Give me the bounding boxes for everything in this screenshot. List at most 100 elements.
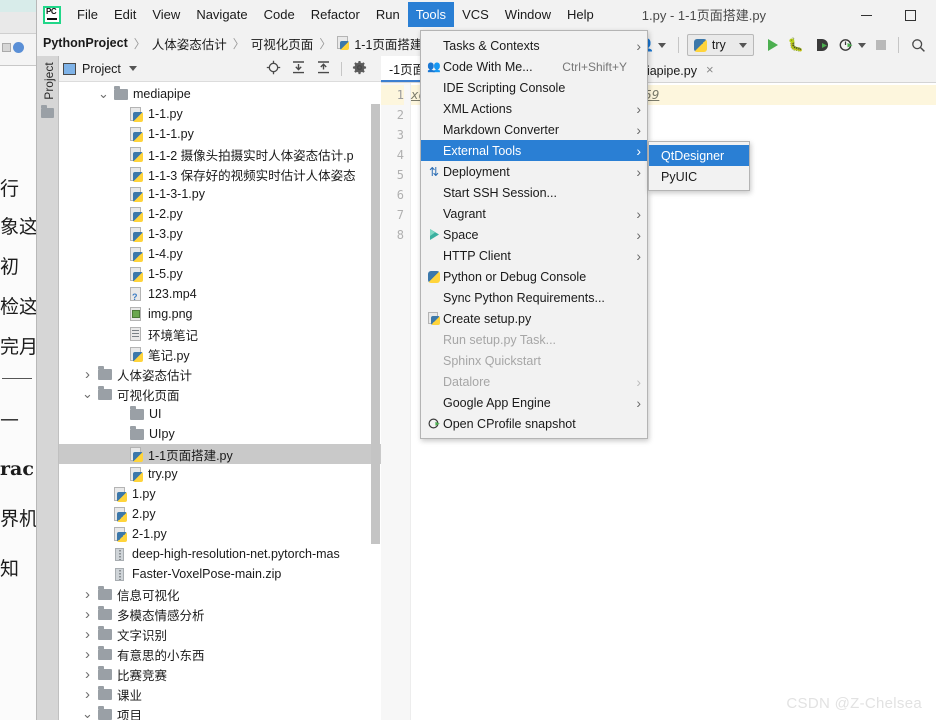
tree-toggle-down-icon[interactable] [81,708,94,720]
tools-menu-item[interactable]: Python or Debug Console [421,266,647,287]
tree-row[interactable]: mediapipe [59,84,381,104]
tree-row[interactable]: ? 123.mp4 [59,284,381,304]
expand-all-button[interactable] [291,60,306,78]
tools-menu-item[interactable]: IDE Scripting Console [421,77,647,98]
tree-toggle-down-icon[interactable] [97,88,110,101]
background-browser-window[interactable]: 行 象这 初 检这 完月 — rac 界机 知 [0,0,36,720]
tools-menu-item[interactable]: HTTP Client › [421,245,647,266]
tree-row[interactable]: Faster-VoxelPose-main.zip [59,564,381,584]
editor-gutter[interactable]: 1 2 3 4 5 6 7 8 [381,83,411,720]
tree-row[interactable]: 笔记.py [59,344,381,364]
menu-view[interactable]: View [144,2,188,27]
tools-menu-item[interactable]: Create setup.py [421,308,647,329]
tree-toggle-right-icon[interactable] [81,648,94,661]
breadcrumb-file[interactable]: 1-1页面搭建 [337,34,422,53]
structure-icon[interactable] [41,105,54,118]
tree-toggle-right-icon[interactable] [81,628,94,641]
menu-tools[interactable]: Tools [407,2,455,27]
tree-toggle-down-icon[interactable] [81,388,94,401]
menu-window[interactable]: Window [497,2,559,27]
search-everywhere-button[interactable] [907,34,930,56]
tools-menu-item[interactable]: External Tools › [421,140,647,161]
tree-row[interactable]: UI [59,404,381,424]
tree-row[interactable]: 1-1-1.py [59,124,381,144]
tools-dropdown-menu[interactable]: Tasks & Contexts › 👥 Code With Me... Ctrl+Sh… [420,30,648,439]
tree-row[interactable]: 人体姿态估计 [59,364,381,384]
external-tools-submenu-item[interactable]: QtDesigner [649,145,749,166]
tree-row[interactable]: 1-1页面搭建.py [59,444,381,464]
project-file-tree[interactable]: mediapipe 1-1.py 1-1-1.py 1-1-2 摄像头拍摄实时人体姿态… [59,82,381,720]
menu-file[interactable]: File [69,2,106,27]
tools-menu-item[interactable]: Vagrant › [421,203,647,224]
tree-row[interactable]: 有意思的小东西 [59,644,381,664]
tools-menu-item[interactable]: Markdown Converter › [421,119,647,140]
tree-row[interactable]: UIpy [59,424,381,444]
tools-menu-item[interactable]: Google App Engine › [421,392,647,413]
tools-menu-item[interactable]: 👥 Code With Me... Ctrl+Shift+Y [421,56,647,77]
tree-row[interactable]: 可视化页面 [59,384,381,404]
menu-vcs[interactable]: VCS [454,2,497,27]
menu-code[interactable]: Code [256,2,303,27]
external-tools-submenu[interactable]: QtDesigner PyUIC [648,141,750,191]
chevron-down-icon[interactable] [128,66,137,71]
breadcrumb-folder-2[interactable]: 可视化页面 [251,34,314,53]
menu-refactor[interactable]: Refactor [303,2,368,27]
menu-help[interactable]: Help [559,2,602,27]
tree-row[interactable]: 2-1.py [59,524,381,544]
tools-menu-item[interactable]: Sync Python Requirements... [421,287,647,308]
tree-row[interactable]: 环境笔记 [59,324,381,344]
tools-menu-item[interactable]: XML Actions › [421,98,647,119]
project-tree-scrollbar[interactable] [371,84,380,720]
tree-row-label: 1-1.py [148,107,183,121]
tree-row[interactable]: 1-1.py [59,104,381,124]
tree-row[interactable]: try.py [59,464,381,484]
tools-menu-item[interactable]: Tasks & Contexts › [421,35,647,56]
tree-row[interactable]: 1-3.py [59,224,381,244]
minimize-button[interactable] [844,0,888,30]
tools-menu-item[interactable]: ⇅ Deployment › [421,161,647,182]
maximize-button[interactable] [888,0,932,30]
locate-file-button[interactable] [266,60,281,78]
tree-row[interactable]: 2.py [59,504,381,524]
tree-row[interactable]: 项目 [59,704,381,720]
tree-row[interactable]: 多模态情感分析 [59,604,381,624]
tree-toggle-right-icon[interactable] [81,368,94,381]
tree-row[interactable]: 1.py [59,484,381,504]
tools-menu-item[interactable]: Start SSH Session... [421,182,647,203]
tools-menu-item[interactable]: Open CProfile snapshot [421,413,647,434]
profile-button[interactable] [835,34,870,56]
scrollbar-thumb[interactable] [371,104,380,544]
tree-row[interactable]: deep-high-resolution-net.pytorch-mas [59,544,381,564]
tree-row[interactable]: 1-2.py [59,204,381,224]
external-tools-submenu-item[interactable]: PyUIC [649,166,749,187]
tree-row[interactable]: 比赛竞赛 [59,664,381,684]
tree-toggle-right-icon[interactable] [81,668,94,681]
menu-edit[interactable]: Edit [106,2,144,27]
breadcrumb-folder-1[interactable]: 人体姿态估计 [152,34,227,53]
tools-menu-item[interactable]: Space › [421,224,647,245]
tree-row[interactable]: 信息可视化 [59,584,381,604]
tree-row[interactable]: 1-1-3-1.py [59,184,381,204]
tree-toggle-right-icon[interactable] [81,688,94,701]
menu-navigate[interactable]: Navigate [188,2,255,27]
settings-button[interactable] [352,60,367,78]
run-button[interactable] [764,34,782,56]
tree-row[interactable]: 文字识别 [59,624,381,644]
tree-row[interactable]: 1-1-2 摄像头拍摄实时人体姿态估计.p [59,144,381,164]
run-configuration-selector[interactable]: try [686,34,754,56]
tree-row[interactable]: 1-4.py [59,244,381,264]
stop-button[interactable] [872,34,890,56]
debug-button[interactable]: 🐛 [784,34,808,56]
tree-row[interactable]: img.png [59,304,381,324]
tree-row[interactable]: 课业 [59,684,381,704]
menu-run[interactable]: Run [368,2,408,27]
close-icon[interactable]: × [706,62,714,77]
tree-row[interactable]: 1-1-3 保存好的视频实时估计人体姿态 [59,164,381,184]
run-coverage-button[interactable] [810,34,833,56]
tree-toggle-right-icon[interactable] [81,588,94,601]
breadcrumb-project[interactable]: PythonProject [43,36,128,50]
tool-window-tab-project[interactable]: Project [42,55,56,107]
tree-row[interactable]: 1-5.py [59,264,381,284]
tree-toggle-right-icon[interactable] [81,608,94,621]
collapse-all-button[interactable] [316,60,331,78]
